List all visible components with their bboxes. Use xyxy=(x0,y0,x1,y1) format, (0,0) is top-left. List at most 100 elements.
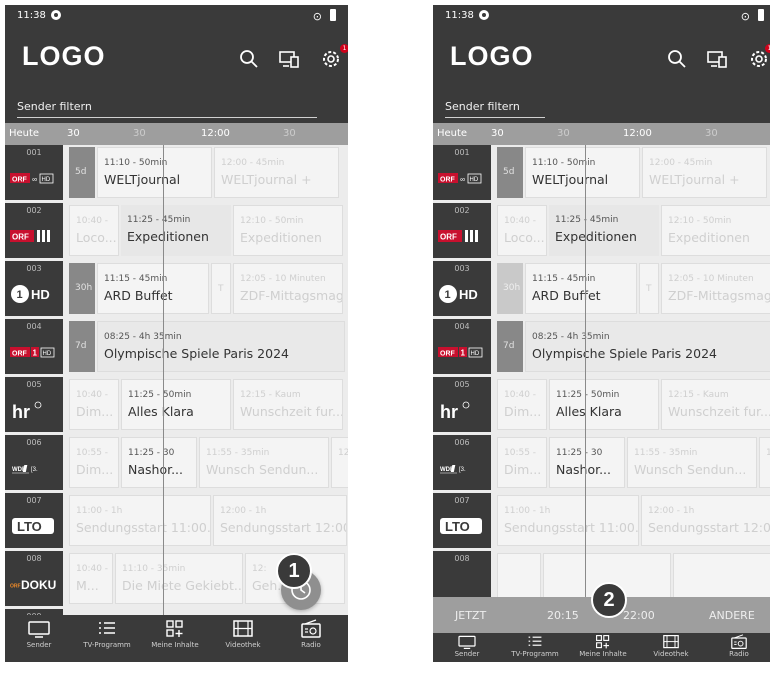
time-ruler: Heute 30 30 12:00 30 xyxy=(433,123,770,145)
channel-filter-input[interactable]: Sender filtern xyxy=(445,97,545,118)
channel-row: 003 1 HD 30h 11:15 - 45min ARD Buffet T 12… xyxy=(433,261,770,317)
time-option-now[interactable]: JETZT xyxy=(455,609,486,622)
nav-sender[interactable]: Sender xyxy=(5,619,73,649)
program-cell[interactable]: 11:10 - 35min Die Miete Gekiebt... xyxy=(115,553,243,604)
channel-cell[interactable]: 002 ORF xyxy=(5,203,63,258)
program-cell[interactable]: 11:15 - 45min ARD Buffet xyxy=(97,263,209,314)
program-cell[interactable]: 10:40 - M... xyxy=(69,553,113,604)
settings-icon[interactable] xyxy=(319,47,343,71)
phone-screen-2: 11:38 ⊙ LOGO 1 Sender filtern Heute 30 3… xyxy=(433,5,770,662)
svg-text:ORF: ORF xyxy=(12,177,28,184)
status-bar: 11:38 ⊙ xyxy=(5,5,348,27)
program-cell[interactable]: 5d xyxy=(497,147,523,198)
program-cell[interactable]: 12: xyxy=(759,437,770,488)
program-cell[interactable]: 10:40 - Loco... xyxy=(69,205,119,256)
channel-number: 002 xyxy=(454,206,470,215)
program-cell[interactable]: 11:25 - 30 Nashor... xyxy=(549,437,625,488)
search-icon[interactable] xyxy=(237,47,261,71)
channel-cell[interactable]: 001 ORF ∞ HD xyxy=(433,145,491,200)
channel-cell[interactable]: 003 1 HD xyxy=(5,261,63,316)
program-cell[interactable]: 12:05 - 10 MinutenZDF-Mittagsmagazin xyxy=(661,263,770,314)
program-cell[interactable]: 08:25 - 4h 35min Olympische Spiele Paris … xyxy=(525,321,770,372)
program-cell[interactable]: 12:05 - 10 MinutenZDF-Mittagsmagazin xyxy=(233,263,343,314)
cast-devices-icon[interactable] xyxy=(277,47,301,71)
program-cell[interactable]: 11:00 - 1h Sendungsstart 11:00... xyxy=(69,495,211,546)
program-cell[interactable]: 08:25 - 4h 35min Olympische Spiele Paris … xyxy=(97,321,345,372)
bottom-navigation: Sender TV-Programm Meine Inhalte Videoth… xyxy=(5,615,348,662)
notification-badge: 1 xyxy=(340,44,348,53)
nav-videothek[interactable]: Videothek xyxy=(637,634,705,658)
channel-cell[interactable]: 005 hr xyxy=(5,377,63,432)
nav-meine-inhalte[interactable]: Meine Inhalte xyxy=(569,634,637,658)
today-label[interactable]: Heute xyxy=(437,128,467,139)
nav-radio[interactable]: Radio xyxy=(277,619,345,649)
program-cell[interactable]: 12:00 - 45min WELTjournal + xyxy=(642,147,767,198)
channel-cell[interactable]: 004 ORF 1 HD xyxy=(433,319,491,374)
program-cell[interactable]: 12: xyxy=(331,437,348,488)
program-cell[interactable]: 11:00 - 1h Sendungsstart 11:00... xyxy=(497,495,639,546)
program-cell[interactable]: 12:00 - 1hSendungsstart 12:00... xyxy=(213,495,347,546)
program-cell[interactable]: 11:25 - 50min Alles Klara xyxy=(549,379,659,430)
app-status-icon xyxy=(479,10,489,20)
program-cell[interactable]: T xyxy=(211,263,231,314)
channel-cell[interactable]: 005 hr xyxy=(433,377,491,432)
time-option-other[interactable]: ANDERE xyxy=(709,609,755,622)
nav-tv-programm[interactable]: TV-Programm xyxy=(73,619,141,649)
channel-logo-orf1-icon: ORF 1 HD xyxy=(438,347,483,358)
time-option-2015[interactable]: 20:15 xyxy=(547,609,579,622)
program-cell[interactable]: 12:00 - 1hSendungsstart 12:00... xyxy=(641,495,770,546)
search-icon[interactable] xyxy=(665,47,689,71)
grid-plus-icon xyxy=(596,635,610,649)
cast-devices-icon[interactable] xyxy=(705,47,729,71)
today-label[interactable]: Heute xyxy=(9,128,39,139)
nav-meine-inhalte[interactable]: Meine Inhalte xyxy=(141,619,209,649)
nav-sender[interactable]: Sender xyxy=(433,634,501,658)
program-cell[interactable]: 11:25 - 50min Alles Klara xyxy=(121,379,231,430)
program-cell[interactable]: 30h xyxy=(497,263,523,314)
program-cell[interactable]: 11:10 - 50min WELTjournal xyxy=(97,147,212,198)
program-cell[interactable]: 7d xyxy=(497,321,523,372)
program-cell[interactable]: 10:40 - Loco... xyxy=(497,205,547,256)
program-cell[interactable]: 7d xyxy=(69,321,95,372)
program-cell[interactable]: 30h xyxy=(69,263,95,314)
program-cell[interactable]: 11:55 - 35min Wunsch Sendun... xyxy=(199,437,329,488)
program-cell[interactable]: 11:25 - 45min Expeditionen xyxy=(121,205,231,256)
nav-videothek[interactable]: Videothek xyxy=(209,619,277,649)
channel-cell[interactable]: 007 LTO xyxy=(433,493,491,548)
program-cell[interactable]: 12:15 - Kaum Wunschzeit fur... xyxy=(233,379,343,430)
channel-cell[interactable]: 003 1 HD xyxy=(433,261,491,316)
channel-cell[interactable]: 001 ORF ∞ HD xyxy=(5,145,63,200)
channel-row: 002 ORF 10:40 - Loco... 11:25 - 45min Expe… xyxy=(433,203,770,259)
program-cell[interactable]: 12:10 - 50min Expeditionen xyxy=(233,205,343,256)
svg-text:LTO: LTO xyxy=(445,519,470,534)
grid-plus-icon xyxy=(166,620,183,637)
channel-filter-input[interactable]: Sender filtern xyxy=(17,97,317,118)
program-cell[interactable]: T xyxy=(639,263,659,314)
channel-row: 005 hr 10:40 - Dim... 11:25 - 50min Alles … xyxy=(5,377,348,433)
channel-cell[interactable]: 004 ORF 1 HD xyxy=(5,319,63,374)
channel-cell[interactable]: 002 ORF xyxy=(433,203,491,258)
program-cell[interactable]: 12:10 - 50min Expeditionen xyxy=(661,205,770,256)
nav-radio[interactable]: Radio xyxy=(705,634,770,658)
time-option-2200[interactable]: 22:00 xyxy=(623,609,655,622)
nav-tv-programm[interactable]: TV-Programm xyxy=(501,634,569,658)
program-cell[interactable]: 5d xyxy=(69,147,95,198)
program-cell[interactable]: 11:25 - 45min Expeditionen xyxy=(549,205,659,256)
program-cell[interactable]: 11:15 - 45min ARD Buffet xyxy=(525,263,637,314)
program-cell[interactable]: 11:25 - 30 Nashor... xyxy=(121,437,197,488)
channel-cell[interactable]: 006 WDR [3. xyxy=(5,435,63,490)
program-cell[interactable]: 10:55 - Dim... xyxy=(497,437,547,488)
channel-cell[interactable]: 008 ORF DOKU xyxy=(5,551,63,606)
channel-logo-orf2-icon: ORF ∞ HD xyxy=(10,173,54,184)
program-cell[interactable]: 10:40 - Dim... xyxy=(69,379,119,430)
program-cell[interactable]: 11:55 - 35min Wunsch Sendun... xyxy=(627,437,757,488)
status-bar: 11:38 ⊙ xyxy=(433,5,770,27)
program-cell[interactable]: 10:40 - Dim... xyxy=(497,379,547,430)
channel-number: 008 xyxy=(26,554,42,563)
channel-cell[interactable]: 006 WDR [3. xyxy=(433,435,491,490)
channel-cell[interactable]: 007 LTO xyxy=(5,493,63,548)
program-cell[interactable]: 11:10 - 50min WELTjournal xyxy=(525,147,640,198)
program-cell[interactable]: 12:00 - 45min WELTjournal + xyxy=(214,147,339,198)
program-cell[interactable]: 10:55 - Dim... xyxy=(69,437,119,488)
program-cell[interactable]: 12:15 - Kaum Wunschzeit fur... xyxy=(661,379,770,430)
